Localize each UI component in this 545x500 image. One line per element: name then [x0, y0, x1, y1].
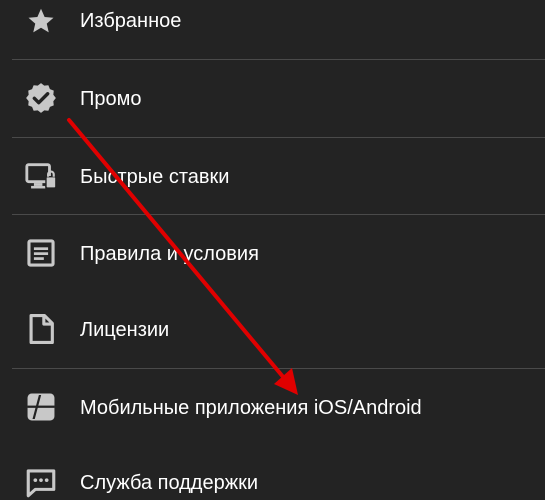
menu-item-label: Правила и условия	[80, 243, 259, 265]
side-menu: Избранное Промо Быстрые ставки Правила и…	[0, 0, 545, 500]
menu-item-favorites[interactable]: Избранное	[0, 0, 545, 42]
document-lines-icon	[24, 236, 58, 270]
monitor-lock-icon	[24, 159, 58, 193]
menu-item-support[interactable]: Служба поддержки	[0, 446, 545, 500]
menu-item-label: Избранное	[80, 10, 182, 32]
chat-bubble-icon	[24, 466, 58, 500]
menu-item-licenses[interactable]: Лицензии	[0, 292, 545, 369]
menu-item-label: Лицензии	[80, 319, 170, 341]
star-icon	[24, 4, 58, 38]
menu-item-promo[interactable]: Промо	[0, 60, 545, 137]
file-icon	[24, 312, 58, 346]
verified-badge-icon	[24, 81, 58, 115]
menu-item-terms[interactable]: Правила и условия	[0, 215, 545, 292]
menu-item-label: Промо	[80, 88, 142, 110]
menu-item-quick-bets[interactable]: Быстрые ставки	[0, 138, 545, 215]
menu-item-mobile-apps[interactable]: Мобильные приложения iOS/Android	[0, 369, 545, 446]
menu-item-label: Быстрые ставки	[80, 166, 230, 188]
menu-item-label: Служба поддержки	[80, 472, 259, 494]
menu-item-label: Мобильные приложения iOS/Android	[80, 397, 422, 419]
mobile-app-icon	[24, 390, 58, 424]
